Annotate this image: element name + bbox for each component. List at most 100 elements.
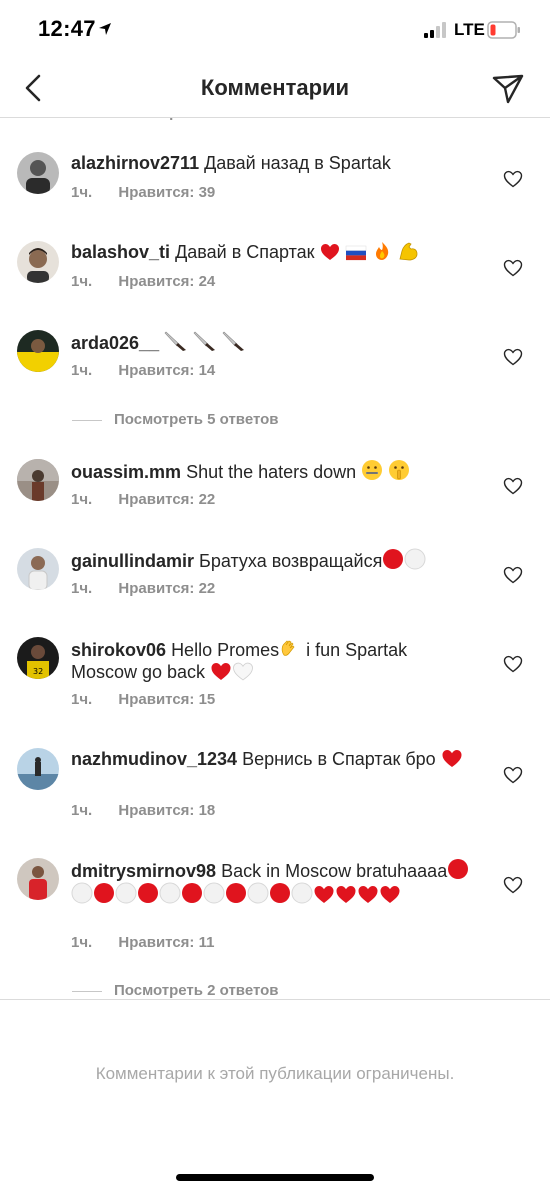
status-bar: 12:47 LTE — [0, 0, 550, 62]
view-replies-label: Посмотреть 5 ответов — [114, 411, 279, 428]
zipper-mouth-face-emoji — [362, 460, 383, 480]
flexed-biceps-emoji — [399, 242, 418, 261]
network-label: LTE — [454, 20, 485, 39]
footer-divider — [0, 999, 550, 1000]
avatar[interactable] — [17, 152, 59, 194]
comment-username[interactable]: alazhirnov2711 — [71, 153, 199, 173]
comment-text: arda026__ — [71, 330, 471, 354]
comments-restricted-notice: Комментарии к этой публикации ограничены… — [95, 1064, 455, 1083]
comment-meta: 1ч. Нравится: 24 — [71, 273, 215, 290]
red-heart-emoji — [358, 886, 378, 903]
comment-username[interactable]: arda026__ — [71, 333, 159, 353]
heart-outline-icon[interactable] — [503, 259, 523, 277]
comment-username[interactable]: nazhmudinov_1234 — [71, 749, 237, 769]
likes-count: 22 — [198, 580, 216, 597]
comment-likes[interactable]: Нравится: 15 — [118, 691, 215, 708]
comment-time: 1ч. — [71, 273, 93, 290]
signal-icon — [424, 22, 446, 38]
likes-label: Нравится: — [118, 934, 195, 951]
waving-hand-emoji — [281, 640, 295, 656]
comment-username[interactable]: shirokov06 — [71, 640, 166, 660]
likes-label: Нравится: — [118, 184, 195, 201]
comment-body: Back in Moscow bratuhaaaa — [221, 861, 448, 881]
white-circle-emoji — [203, 882, 225, 904]
likes-count: 39 — [198, 184, 216, 201]
shushing-face-emoji — [389, 460, 410, 480]
location-arrow-icon — [99, 23, 111, 35]
comment-meta: 1ч. Нравится: 14 — [71, 362, 215, 379]
likes-label: Нравится: — [118, 691, 195, 708]
view-replies-link[interactable]: Посмотреть 2 ответов — [72, 982, 279, 999]
comment-time: 1ч. — [71, 934, 93, 951]
likes-count: 22 — [198, 491, 216, 508]
comment-likes[interactable]: Нравится: 18 — [118, 802, 215, 819]
comment-time: 1ч. — [71, 691, 93, 708]
likes-label: Нравится: — [118, 802, 195, 819]
heart-outline-icon[interactable] — [503, 348, 523, 366]
send-icon[interactable] — [490, 71, 526, 107]
comment-likes[interactable]: Нравится: 14 — [118, 362, 215, 379]
comment-meta: 1ч. Нравится: 11 — [71, 934, 214, 951]
comment-username[interactable]: gainullindamir — [71, 551, 194, 571]
heart-outline-icon[interactable] — [503, 766, 523, 784]
red-heart-emoji — [380, 886, 400, 903]
avatar[interactable]: 32 — [17, 637, 59, 679]
comment-username[interactable]: ouassim.mm — [71, 462, 181, 482]
comment-meta: 1ч. Нравится: 18 — [71, 802, 215, 819]
red-heart-emoji — [336, 886, 356, 903]
likes-count: 18 — [198, 802, 216, 819]
comment-likes[interactable]: Нравится: 22 — [118, 580, 215, 597]
replies-divider — [72, 419, 102, 421]
heart-outline-icon[interactable] — [503, 655, 523, 673]
heart-outline-icon[interactable] — [503, 566, 523, 584]
knife-emoji — [222, 331, 245, 351]
comment-time: 1ч. — [71, 580, 93, 597]
avatar[interactable] — [17, 548, 59, 590]
fire-emoji — [375, 242, 388, 260]
likes-label: Нравится: — [118, 580, 195, 597]
battery-icon — [487, 21, 520, 39]
white-circle-emoji — [291, 882, 313, 904]
heart-outline-icon[interactable] — [503, 477, 523, 495]
red-heart-emoji — [314, 886, 334, 903]
comment-time: 1ч. — [71, 802, 93, 819]
red-circle-emoji — [270, 883, 290, 903]
heart-outline-icon[interactable] — [503, 876, 523, 894]
status-time: 12:47 — [38, 16, 96, 41]
comment-time: 1ч. — [71, 184, 93, 201]
view-replies-link[interactable]: Посмотреть 5 ответов — [72, 411, 279, 428]
heart-outline-icon[interactable] — [503, 170, 523, 188]
white-circle-emoji — [247, 882, 269, 904]
avatar[interactable] — [17, 858, 59, 900]
comment-likes[interactable]: Нравится: 11 — [118, 934, 214, 951]
comment-likes[interactable]: Нравится: 39 — [118, 184, 215, 201]
comment-body: Вернись в Спартак бро — [242, 749, 436, 769]
comment-meta: 1ч. Нравится: 15 — [71, 691, 215, 708]
red-circle-emoji — [182, 883, 202, 903]
white-circle-emoji — [404, 548, 426, 570]
comment-text: shirokov06 Hello Promes i fun Spartak Mo… — [71, 637, 471, 683]
comment-username[interactable]: balashov_ti — [71, 242, 170, 262]
home-indicator[interactable] — [176, 1174, 374, 1181]
likes-label: Нравится: — [118, 273, 195, 290]
likes-label: Нравится: — [118, 491, 195, 508]
header-bar: Комментарии — [0, 62, 550, 118]
red-heart-emoji — [211, 663, 231, 680]
likes-count: 15 — [198, 691, 216, 708]
avatar[interactable] — [17, 241, 59, 283]
avatar[interactable] — [17, 459, 59, 501]
red-heart-emoji — [442, 750, 462, 767]
red-circle-emoji — [94, 883, 114, 903]
comment-time: 1ч. — [71, 362, 93, 379]
svg-text:32: 32 — [33, 667, 43, 676]
avatar[interactable] — [17, 330, 59, 372]
comment-likes[interactable]: Нравится: 24 — [118, 273, 215, 290]
comment-body: Shut the haters down — [186, 462, 357, 482]
comment-username[interactable]: dmitrysmirnov98 — [71, 861, 216, 881]
comment-meta: 1ч. Нравится: 22 — [71, 491, 215, 508]
knife-emoji — [193, 331, 216, 351]
comment-likes[interactable]: Нравится: 22 — [118, 491, 215, 508]
red-circle-emoji — [138, 883, 158, 903]
avatar[interactable] — [17, 748, 59, 790]
comment-text: ouassim.mm Shut the haters down — [71, 459, 471, 483]
